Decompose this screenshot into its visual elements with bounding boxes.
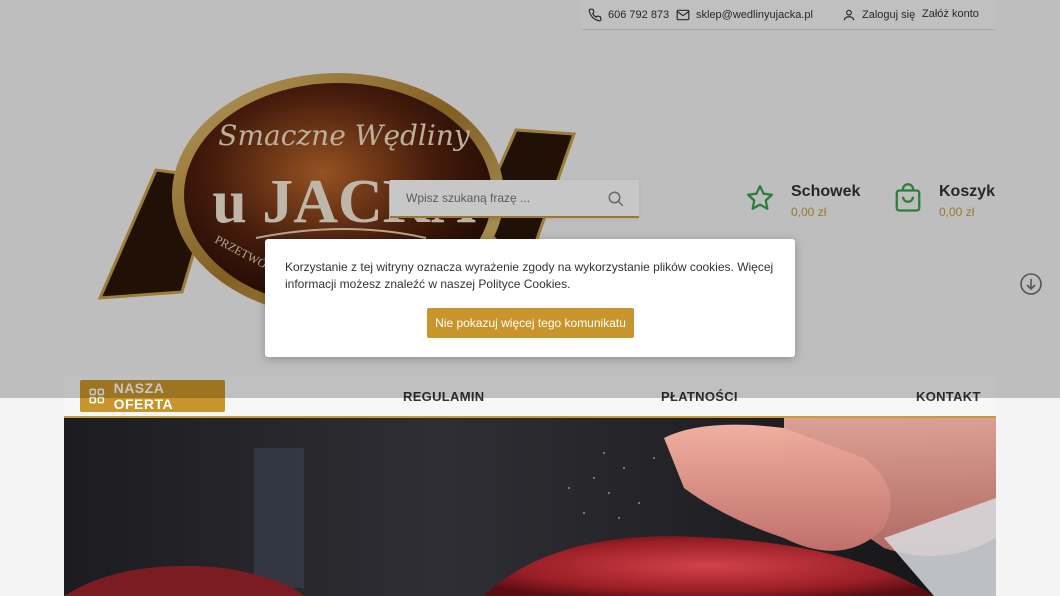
hero-banner (64, 418, 996, 596)
cookie-dismiss-button[interactable]: Nie pokazuj więcej tego komunikatu (427, 308, 634, 338)
cookie-message: Korzystanie z tej witryny oznacza wyraże… (285, 260, 774, 291)
cookie-consent-dialog: Korzystanie z tej witryny oznacza wyraże… (265, 239, 795, 357)
arrow-down-circle-icon[interactable] (1019, 272, 1043, 296)
